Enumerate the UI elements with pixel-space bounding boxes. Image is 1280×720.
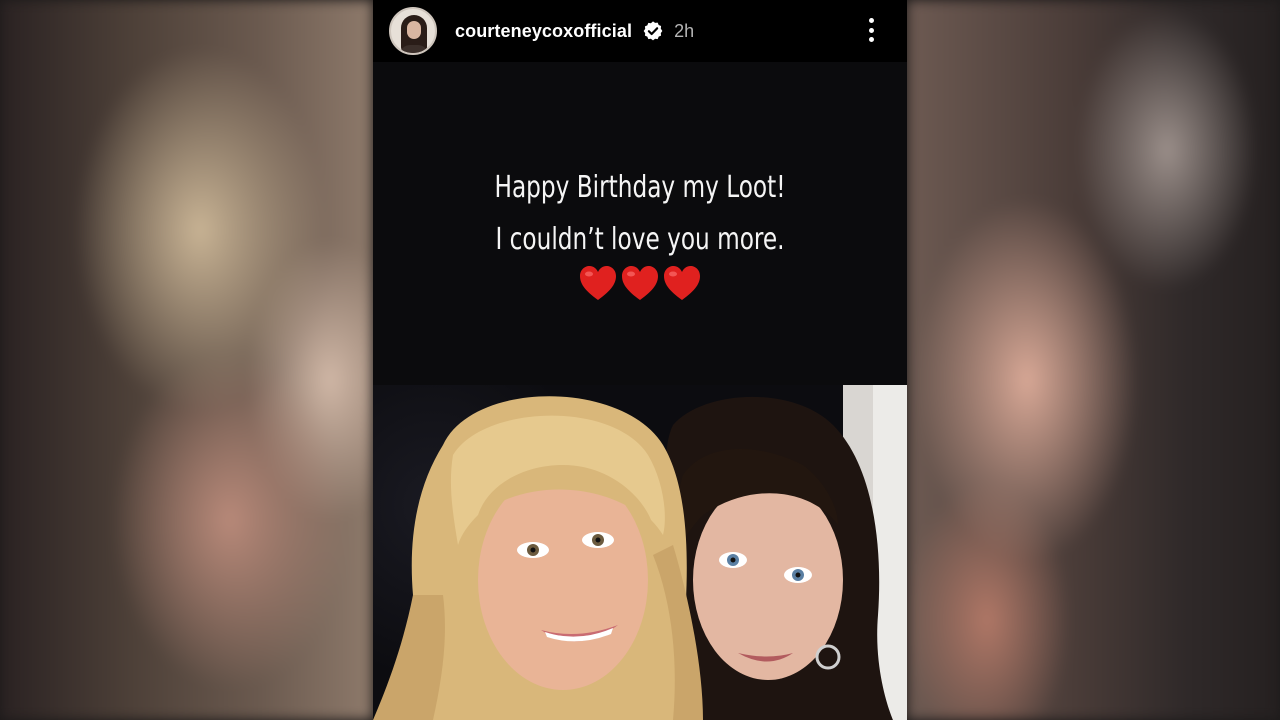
heart-icon	[580, 266, 616, 300]
more-options-icon[interactable]	[859, 16, 883, 44]
message-line-1: Happy Birthday my Loot!	[494, 170, 786, 205]
blurred-background-right	[907, 0, 1280, 720]
story-header: courteneycoxofficial 2h	[373, 0, 907, 62]
hearts-emoji	[373, 264, 907, 304]
story-message: Happy Birthday my Loot! I couldn’t love …	[410, 162, 869, 266]
photo-illustration	[373, 385, 907, 720]
verified-badge-icon	[643, 21, 663, 41]
heart-icon	[664, 266, 700, 300]
username[interactable]: courteneycoxofficial	[455, 21, 632, 42]
profile-avatar[interactable]	[389, 7, 437, 55]
story-viewer[interactable]: courteneycoxofficial 2h Happy Birthday m…	[373, 0, 907, 720]
blurred-background-left	[0, 0, 373, 720]
story-timestamp: 2h	[674, 20, 695, 41]
message-line-2: I couldn’t love you more.	[495, 222, 785, 257]
heart-icon	[622, 266, 658, 300]
story-photo	[373, 385, 907, 720]
